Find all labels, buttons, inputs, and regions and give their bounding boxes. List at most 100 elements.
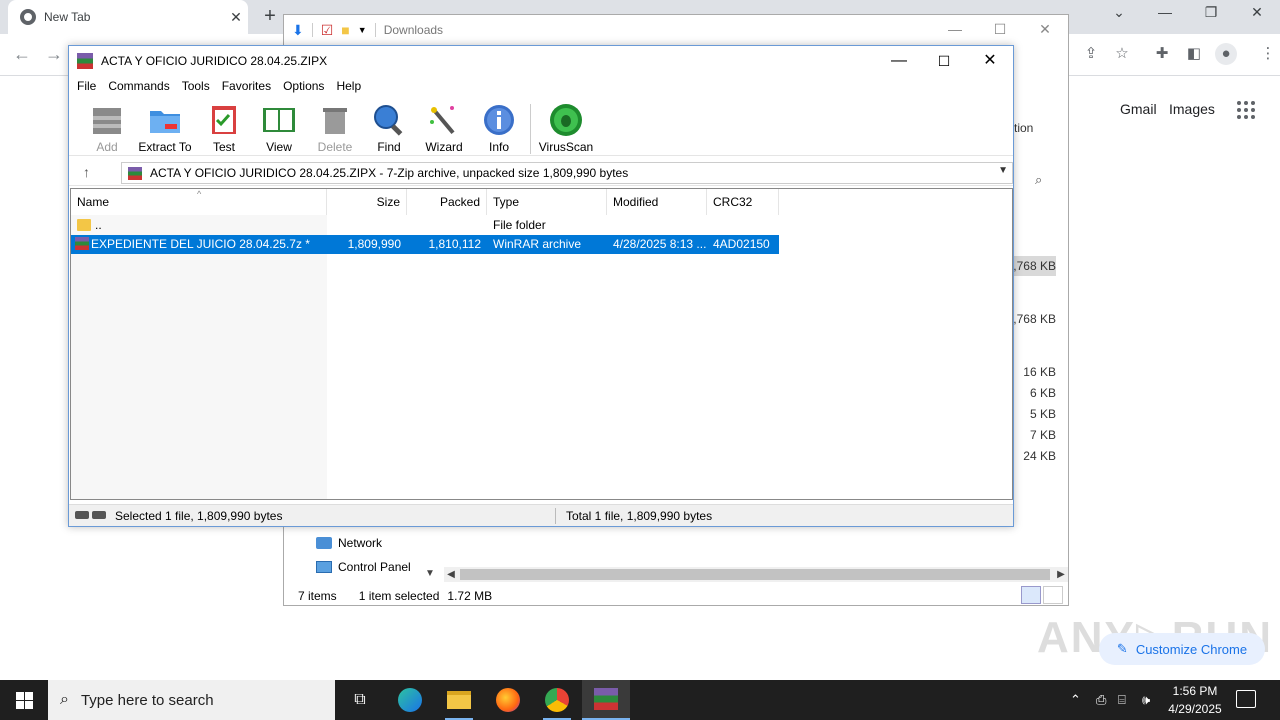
customize-chrome-button[interactable]: ✎ Customize Chrome xyxy=(1099,633,1265,665)
file-name: .. xyxy=(95,218,102,232)
large-icons-view-icon[interactable] xyxy=(1043,586,1063,604)
column-header-crc32[interactable]: CRC32 xyxy=(707,189,779,215)
winrar-taskbar-icon[interactable] xyxy=(582,680,630,720)
chrome-restore-icon[interactable]: ❐ xyxy=(1196,4,1226,21)
explorer-maximize-icon[interactable]: ☐ xyxy=(985,21,1015,38)
ribbon-partial-label: tion xyxy=(1014,121,1034,135)
tab-title: New Tab xyxy=(44,10,91,24)
google-apps-icon[interactable] xyxy=(1237,101,1255,119)
horizontal-scrollbar[interactable]: ◀ ▶ xyxy=(444,567,1068,582)
explorer-close-icon[interactable]: ✕ xyxy=(1030,21,1060,38)
details-view-icon[interactable] xyxy=(1021,586,1041,604)
new-tab-button[interactable]: + xyxy=(258,6,282,28)
nav-item-network[interactable]: Network xyxy=(316,536,382,550)
menu-favorites[interactable]: Favorites xyxy=(222,76,279,96)
tray-overflow-icon[interactable]: ⌃ xyxy=(1070,680,1081,720)
table-row[interactable]: .. File folder xyxy=(71,216,779,235)
windows-start-icon[interactable] xyxy=(0,680,48,720)
virus-scan-icon xyxy=(550,104,582,136)
test-clipboard-icon xyxy=(212,106,236,134)
extensions-puzzle-icon[interactable]: ✚ xyxy=(1151,43,1173,65)
folder-icon xyxy=(77,219,91,231)
share-icon[interactable]: ⇪ xyxy=(1080,43,1102,65)
winrar-app-icon xyxy=(77,53,93,69)
test-button[interactable]: Test xyxy=(196,102,252,154)
cell-modified: 4/28/2025 8:13 ... xyxy=(613,237,707,251)
notification-icon[interactable] xyxy=(1236,690,1256,708)
extract-folder-icon xyxy=(150,111,180,133)
archive-icon xyxy=(128,166,142,180)
quick-access-dropdown-icon[interactable]: ▼ xyxy=(358,25,367,35)
chrome-minimize-icon[interactable]: — xyxy=(1150,4,1180,20)
cell-size: 1,809,990 xyxy=(347,237,401,251)
scroll-left-icon[interactable]: ◀ xyxy=(444,567,458,582)
winrar-close-icon[interactable]: ✕ xyxy=(967,50,1013,72)
explorer-title: Downloads xyxy=(383,23,444,37)
column-header-modified[interactable]: Modified xyxy=(607,189,707,215)
menu-help[interactable]: Help xyxy=(336,76,369,96)
chrome-close-icon[interactable]: ✕ xyxy=(1242,4,1272,21)
toolbar-label: Wizard xyxy=(425,140,463,154)
volume-icon[interactable]: 🕪 xyxy=(1142,680,1150,720)
scrollbar-thumb[interactable] xyxy=(460,569,1050,580)
virusscan-button[interactable]: VirusScan xyxy=(537,102,595,154)
back-icon[interactable]: ← xyxy=(10,44,34,65)
winrar-minimize-icon[interactable]: — xyxy=(876,50,922,72)
forward-icon[interactable]: → xyxy=(42,44,66,65)
archive-path-field[interactable]: ACTA Y OFICIO JURIDICO 28.04.25.ZIPX - 7… xyxy=(121,162,1013,184)
taskbar: ⌕ Type here to search ⧉ ⌃ ⎙ ⌸ 🕪 1:56 PM … xyxy=(0,680,1280,720)
cell-size xyxy=(327,216,407,235)
column-header-size[interactable]: Size xyxy=(327,189,407,215)
chrome-favicon-icon xyxy=(20,9,36,25)
delete-button[interactable]: Delete xyxy=(307,102,363,154)
properties-icon[interactable]: ☑ xyxy=(321,22,334,39)
tab-close-icon[interactable]: ✕ xyxy=(224,9,248,26)
new-folder-icon[interactable]: ■ xyxy=(341,22,349,38)
tab-new-tab[interactable]: New Tab ✕ xyxy=(8,0,248,34)
table-row[interactable]: EXPEDIENTE DEL JUICIO 28.04.25.7z * 1,80… xyxy=(71,235,779,254)
edge-icon[interactable] xyxy=(386,680,434,720)
menu-tools[interactable]: Tools xyxy=(182,76,218,96)
scroll-right-icon[interactable]: ▶ xyxy=(1054,567,1068,582)
explorer-minimize-icon[interactable]: — xyxy=(940,21,970,37)
add-button[interactable]: Add xyxy=(79,102,135,154)
download-arrow-icon[interactable]: ⬇ xyxy=(292,22,304,39)
nav-item-control-panel[interactable]: Control Panel xyxy=(316,560,411,574)
status-total: Total 1 file, 1,809,990 bytes xyxy=(566,508,713,523)
tab-search-icon[interactable]: ⌄ xyxy=(1104,4,1134,21)
network-tray-icon[interactable]: ⌸ xyxy=(1118,680,1126,720)
view-button[interactable]: View xyxy=(251,102,307,154)
column-header-name[interactable]: ^ Name xyxy=(71,189,327,215)
scroll-down-arrow-icon[interactable]: ▼ xyxy=(425,568,435,579)
bookmark-star-icon[interactable]: ☆ xyxy=(1111,43,1133,65)
column-header-packed[interactable]: Packed xyxy=(407,189,487,215)
chrome-icon[interactable] xyxy=(533,680,581,720)
cell-crc32: 4AD02150 xyxy=(713,237,770,251)
search-icon[interactable]: ⌕ xyxy=(1035,172,1042,188)
menu-file[interactable]: File xyxy=(77,76,104,96)
winrar-maximize-icon[interactable]: ☐ xyxy=(921,50,967,72)
file-explorer-icon[interactable] xyxy=(435,680,483,720)
taskbar-search-box[interactable]: ⌕ Type here to search xyxy=(48,680,335,720)
tray-device-icon[interactable]: ⎙ xyxy=(1096,680,1106,720)
chrome-menu-icon[interactable]: ⋮ xyxy=(1257,43,1279,65)
info-button[interactable]: Info xyxy=(471,102,527,154)
wizard-button[interactable]: Wizard xyxy=(416,102,472,154)
column-header-type[interactable]: Type xyxy=(487,189,607,215)
profile-avatar-icon[interactable]: ● xyxy=(1215,43,1237,65)
taskbar-clock[interactable]: 1:56 PM 4/29/2025 xyxy=(1160,682,1230,718)
extract-to-button[interactable]: Extract To xyxy=(137,102,193,154)
find-button[interactable]: Find xyxy=(361,102,417,154)
side-panel-icon[interactable]: ◧ xyxy=(1183,43,1205,65)
menu-options[interactable]: Options xyxy=(283,76,332,96)
search-placeholder: Type here to search xyxy=(80,691,214,709)
images-link[interactable]: Images xyxy=(1169,101,1215,117)
menu-commands[interactable]: Commands xyxy=(108,76,177,96)
path-dropdown-icon[interactable]: ▼ xyxy=(998,165,1008,176)
up-arrow-icon[interactable]: ↑ xyxy=(83,164,90,180)
gmail-link[interactable]: Gmail xyxy=(1120,101,1157,117)
divider xyxy=(555,507,556,524)
drive-icon[interactable] xyxy=(75,510,109,521)
task-view-icon[interactable]: ⧉ xyxy=(336,680,384,720)
firefox-icon[interactable] xyxy=(484,680,532,720)
